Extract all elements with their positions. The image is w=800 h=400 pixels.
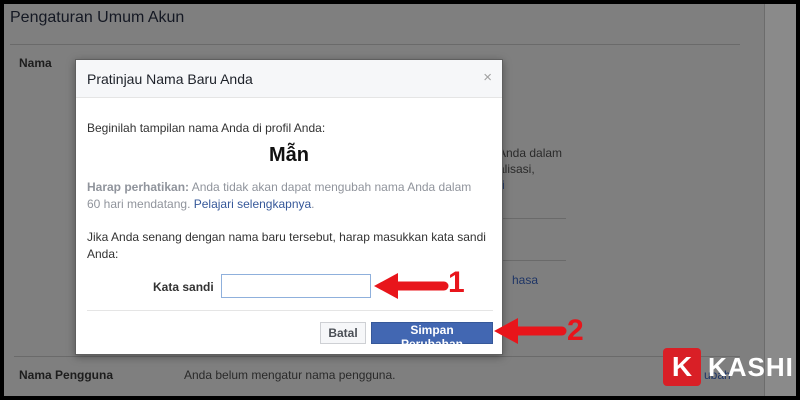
username-value: Anda belum mengatur nama pengguna.	[184, 368, 396, 382]
dialog-title: Pratinjau Nama Baru Anda	[87, 71, 253, 87]
dialog-header: Pratinjau Nama Baru Anda ×	[76, 60, 502, 98]
name-row-label: Nama	[19, 56, 52, 70]
row-divider	[494, 218, 566, 219]
name-preview-dialog: Pratinjau Nama Baru Anda × Beginilah tam…	[75, 59, 503, 355]
row-divider	[494, 260, 566, 261]
row-divider	[14, 356, 740, 357]
background-text-fragment: Anda dalam	[498, 146, 563, 160]
background-text-fragment: alisasi,	[498, 162, 535, 176]
background-link-fragment: hasa	[512, 273, 539, 287]
annotation-number-2: 2	[567, 314, 584, 347]
dialog-footer-divider	[87, 310, 493, 311]
kashi-logo-icon: K	[663, 348, 701, 386]
username-row-label: Nama Pengguna	[19, 368, 114, 382]
notice-end: .	[311, 197, 315, 211]
annotation-arrow-2	[494, 318, 567, 344]
notice-text: Harap perhatikan: Anda tidak akan dapat …	[87, 179, 487, 213]
annotation-arrow-1	[374, 273, 449, 299]
page-title: Pengaturan Umum Akun	[10, 9, 185, 26]
title-divider	[10, 44, 740, 45]
cancel-button[interactable]: Batal	[320, 322, 366, 344]
learn-more-link[interactable]: Pelajari selengkapnya	[194, 197, 311, 211]
password-label: Kata sandi	[153, 280, 214, 294]
kashi-watermark-text: KASHI	[708, 352, 794, 382]
dialog-intro-text: Beginilah tampilan nama Anda di profil A…	[87, 121, 326, 135]
save-changes-button[interactable]: Simpan Perubahan	[371, 322, 493, 351]
close-icon[interactable]: ×	[483, 69, 492, 86]
annotation-number-1: 1	[448, 266, 465, 299]
password-prompt-text: Jika Anda senang dengan nama baru terseb…	[87, 230, 486, 261]
right-sidebar	[764, 4, 796, 396]
new-name-preview: Mẫn	[269, 144, 309, 166]
notice-bold: Harap perhatikan:	[87, 180, 190, 194]
password-input[interactable]	[221, 274, 371, 298]
